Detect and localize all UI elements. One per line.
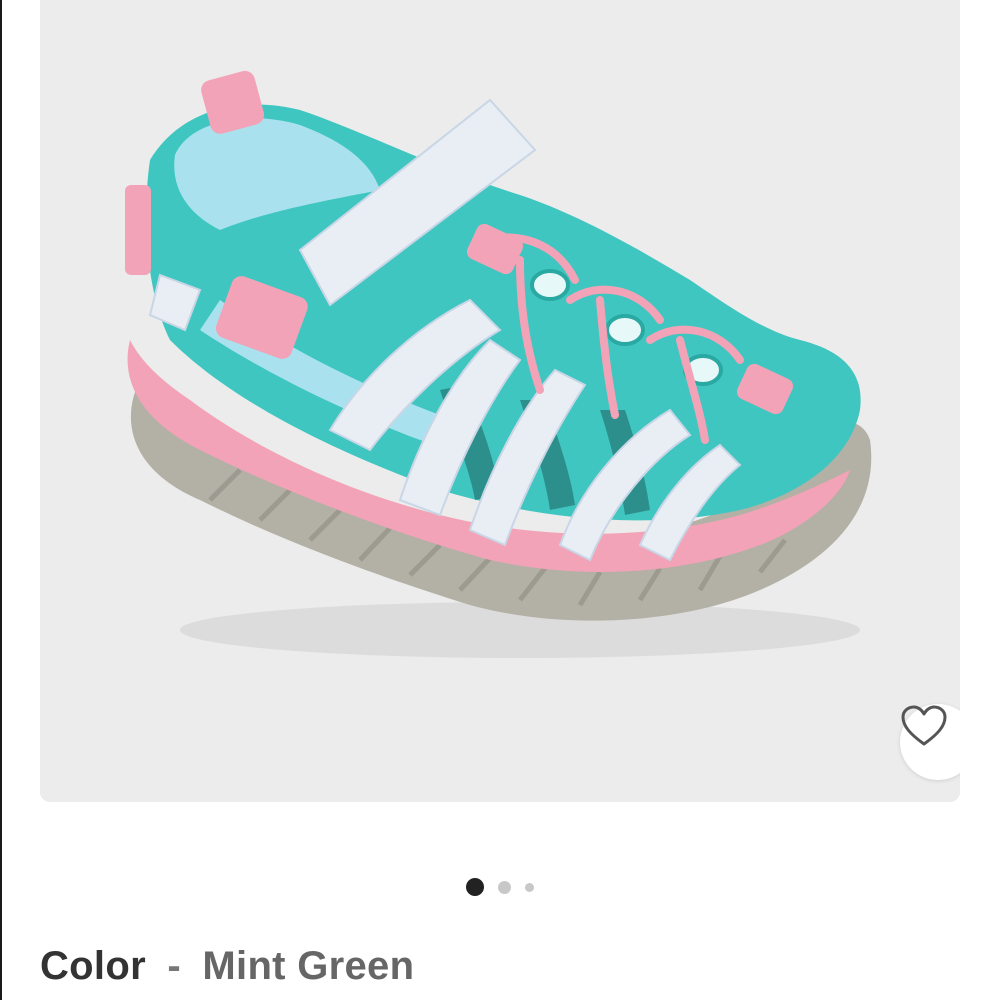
color-label-separator: - bbox=[167, 944, 181, 988]
color-label-value: Mint Green bbox=[202, 944, 415, 988]
screen-edge bbox=[0, 0, 2, 1000]
carousel-dot-2[interactable] bbox=[498, 880, 511, 894]
product-image bbox=[125, 70, 872, 658]
heart-outline-icon bbox=[901, 705, 947, 746]
color-selector-label: Color - Mint Green bbox=[40, 938, 414, 994]
carousel-dot-1[interactable] bbox=[466, 878, 484, 896]
product-image-card[interactable] bbox=[40, 0, 960, 802]
carousel-dots bbox=[0, 876, 1000, 898]
color-label-key: Color bbox=[40, 944, 146, 988]
carousel-dot-3[interactable] bbox=[525, 882, 534, 892]
